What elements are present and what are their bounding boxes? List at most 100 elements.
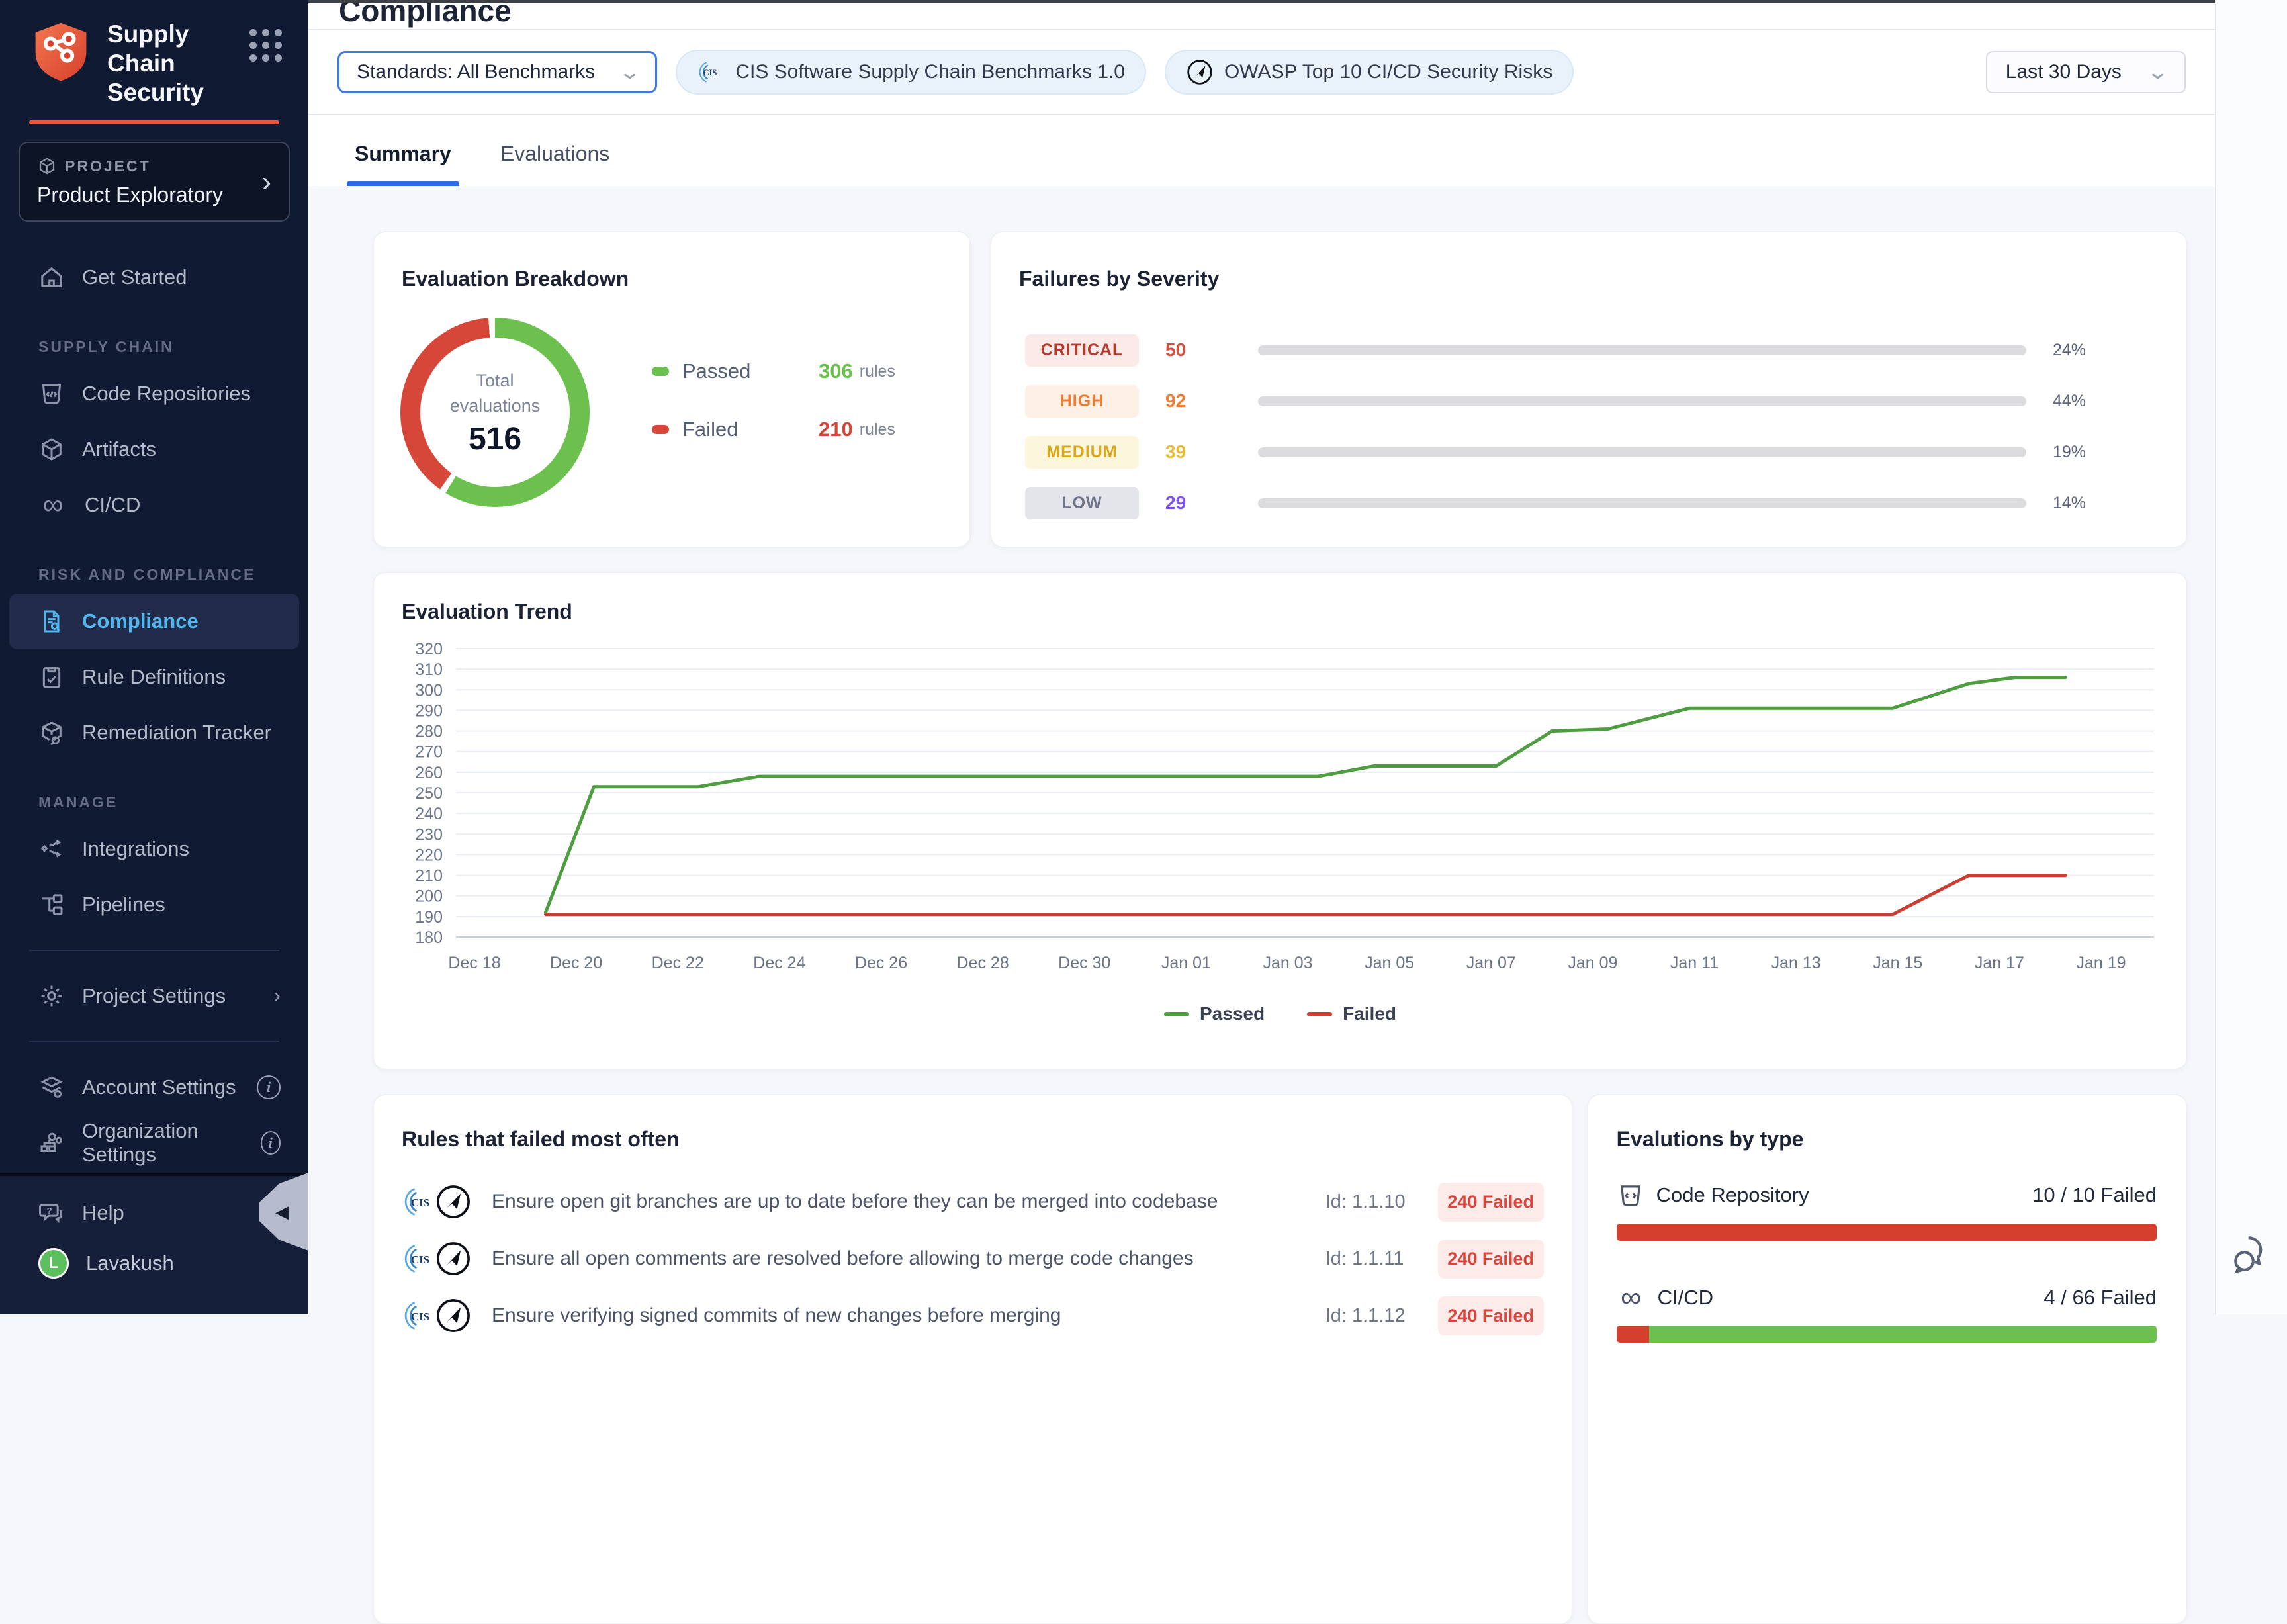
avatar: L [38, 1248, 69, 1279]
severity-row-medium: MEDIUM 39 19% [1025, 437, 2126, 467]
infinity-icon: ∞ [38, 492, 67, 518]
donut-center-label: Total evaluations 516 [400, 318, 590, 507]
sidebar-item-rule-definitions[interactable]: Rule Definitions [0, 649, 308, 705]
content-header: Compliance Standards: All Benchmarks ⌄ C… [308, 3, 2215, 186]
chevron-right-icon: › [261, 167, 271, 197]
chevron-down-icon: ⌄ [2146, 61, 2169, 84]
severity-bar [1258, 447, 2026, 457]
sidebar-item-artifacts[interactable]: Artifacts [0, 422, 308, 477]
sidebar-item-pipelines[interactable]: Pipelines [0, 877, 308, 932]
rule-row[interactable]: CIS Ensure all open comments are resolve… [402, 1230, 1544, 1287]
severity-percent: 44% [2053, 392, 2126, 411]
svg-text:Jan 01: Jan 01 [1161, 954, 1211, 972]
svg-text:?: ? [47, 1206, 52, 1216]
severity-percent: 19% [2053, 443, 2126, 462]
trend-chart: 3203103002902802702602502402302202102001… [400, 634, 2161, 998]
cis-logo-icon: CIS [402, 1297, 439, 1334]
code-repository-icon [1617, 1181, 1644, 1209]
pipelines-icon [38, 891, 65, 918]
sidebar-divider [29, 950, 279, 951]
standards-filter-select[interactable]: Standards: All Benchmarks ⌄ [337, 51, 657, 93]
type-status: 4 / 66 Failed [2043, 1286, 2157, 1310]
card-title: Rules that failed most often [374, 1095, 1572, 1151]
svg-text:CIS: CIS [411, 1310, 429, 1323]
trend-legend-passed: Passed [1164, 1003, 1265, 1024]
type-status: 10 / 10 Failed [2032, 1183, 2157, 1207]
section-heading-risk-compliance: RISK AND COMPLIANCE [0, 555, 308, 594]
svg-text:210: 210 [415, 867, 443, 885]
severity-row-high: HIGH 92 44% [1025, 386, 2126, 416]
sidebar-item-integrations[interactable]: Integrations [0, 821, 308, 877]
user-name: Lavakush [86, 1251, 174, 1275]
rule-id: Id: 1.1.10 [1325, 1191, 1438, 1213]
donut-legend: Passed 306 rules Failed 210 rules [652, 359, 895, 441]
svg-text:CIS: CIS [411, 1196, 429, 1209]
card-title: Evalutions by type [1588, 1095, 2186, 1151]
svg-text:Jan 03: Jan 03 [1263, 954, 1312, 972]
passed-swatch [652, 367, 669, 376]
trend-chart-svg: 3203103002902802702602502402302202102001… [400, 634, 2161, 995]
sidebar-item-code-repositories[interactable]: Code Repositories [0, 366, 308, 422]
date-range-select[interactable]: Last 30 Days ⌄ [1986, 51, 2186, 93]
sidebar-item-remediation-tracker[interactable]: Remediation Tracker [0, 705, 308, 760]
svg-text:230: 230 [415, 825, 443, 844]
failed-swatch [652, 425, 669, 434]
failed-count-badge: 240 Failed [1438, 1183, 1544, 1222]
svg-text:310: 310 [415, 660, 443, 679]
svg-text:180: 180 [415, 928, 443, 947]
sidebar-item-project-settings[interactable]: Project Settings › [0, 968, 308, 1024]
info-icon[interactable]: i [261, 1131, 281, 1155]
type-row-code-repository: Code Repository 10 / 10 Failed [1617, 1181, 2157, 1209]
severity-badge: HIGH [1025, 385, 1139, 418]
section-heading-manage: MANAGE [0, 783, 308, 821]
info-icon[interactable]: i [257, 1075, 281, 1099]
chat-launcher-icon[interactable] [2232, 1232, 2272, 1276]
sidebar-item-get-started[interactable]: Get Started [0, 249, 308, 305]
user-menu[interactable]: L Lavakush [0, 1238, 308, 1288]
clipboard-check-icon [38, 664, 65, 690]
svg-text:240: 240 [415, 805, 443, 823]
severity-percent: 14% [2053, 494, 2126, 513]
severity-percent: 24% [2053, 341, 2126, 360]
filter-row: Standards: All Benchmarks ⌄ CIS CIS Soft… [308, 30, 2215, 115]
trend-legend-failed: Failed [1307, 1003, 1396, 1024]
svg-text:260: 260 [415, 764, 443, 782]
sidebar-nav: Get Started SUPPLY CHAIN Code Repositori… [0, 249, 308, 1171]
severity-rows: CRITICAL 50 24% HIGH 92 44% MEDIUM 39 [1025, 335, 2126, 539]
rule-row[interactable]: CIS Ensure verifying signed commits of n… [402, 1287, 1544, 1344]
tab-evaluations[interactable]: Evaluations [492, 142, 617, 186]
cis-logo-icon: CIS [402, 1183, 439, 1220]
project-label: PROJECT [65, 158, 151, 175]
cis-logo-icon: CIS [402, 1240, 439, 1277]
sidebar-item-cicd[interactable]: ∞ CI/CD [0, 477, 308, 533]
rule-row[interactable]: CIS Ensure open git branches are up to d… [402, 1173, 1544, 1230]
tab-summary[interactable]: Summary [347, 142, 459, 186]
sidebar-item-account-settings[interactable]: Account Settings i [0, 1060, 308, 1115]
rule-id: Id: 1.1.11 [1325, 1248, 1438, 1270]
owasp-logo-icon [435, 1297, 472, 1334]
severity-count: 50 [1165, 339, 1258, 361]
home-icon [38, 264, 65, 291]
card-title: Evaluation Trend [374, 573, 2186, 624]
type-row-cicd: ∞ CI/CD 4 / 66 Failed [1617, 1285, 2157, 1311]
evaluation-breakdown-card: Evaluation Breakdown Total evaluations 5… [373, 232, 970, 547]
svg-text:Jan 15: Jan 15 [1873, 954, 1922, 972]
project-selector[interactable]: PROJECT Product Exploratory › [19, 142, 290, 222]
benchmark-chip-cis[interactable]: CIS CIS Software Supply Chain Benchmarks… [676, 50, 1146, 95]
failures-by-severity-card: Failures by Severity CRITICAL 50 24% HIG… [991, 232, 2187, 547]
owasp-logo-icon [1186, 58, 1214, 86]
benchmark-chip-owasp[interactable]: OWASP Top 10 CI/CD Security Risks [1165, 50, 1574, 95]
severity-row-low: LOW 29 14% [1025, 488, 2126, 518]
owasp-logo-icon [435, 1240, 472, 1277]
chevron-left-icon: ◀ [275, 1202, 289, 1222]
sidebar-item-compliance[interactable]: Compliance [9, 594, 299, 649]
card-title: Evaluation Breakdown [374, 232, 969, 291]
svg-text:Jan 11: Jan 11 [1670, 954, 1719, 972]
svg-text:190: 190 [415, 908, 443, 926]
app-grid-icon[interactable] [249, 29, 282, 62]
severity-badge: CRITICAL [1025, 334, 1139, 367]
sidebar-item-organization-settings[interactable]: Organization Settings i [0, 1115, 308, 1171]
severity-bar [1258, 498, 2026, 508]
svg-text:Dec 30: Dec 30 [1058, 954, 1110, 972]
app-title: Supply Chain Security [107, 20, 249, 107]
